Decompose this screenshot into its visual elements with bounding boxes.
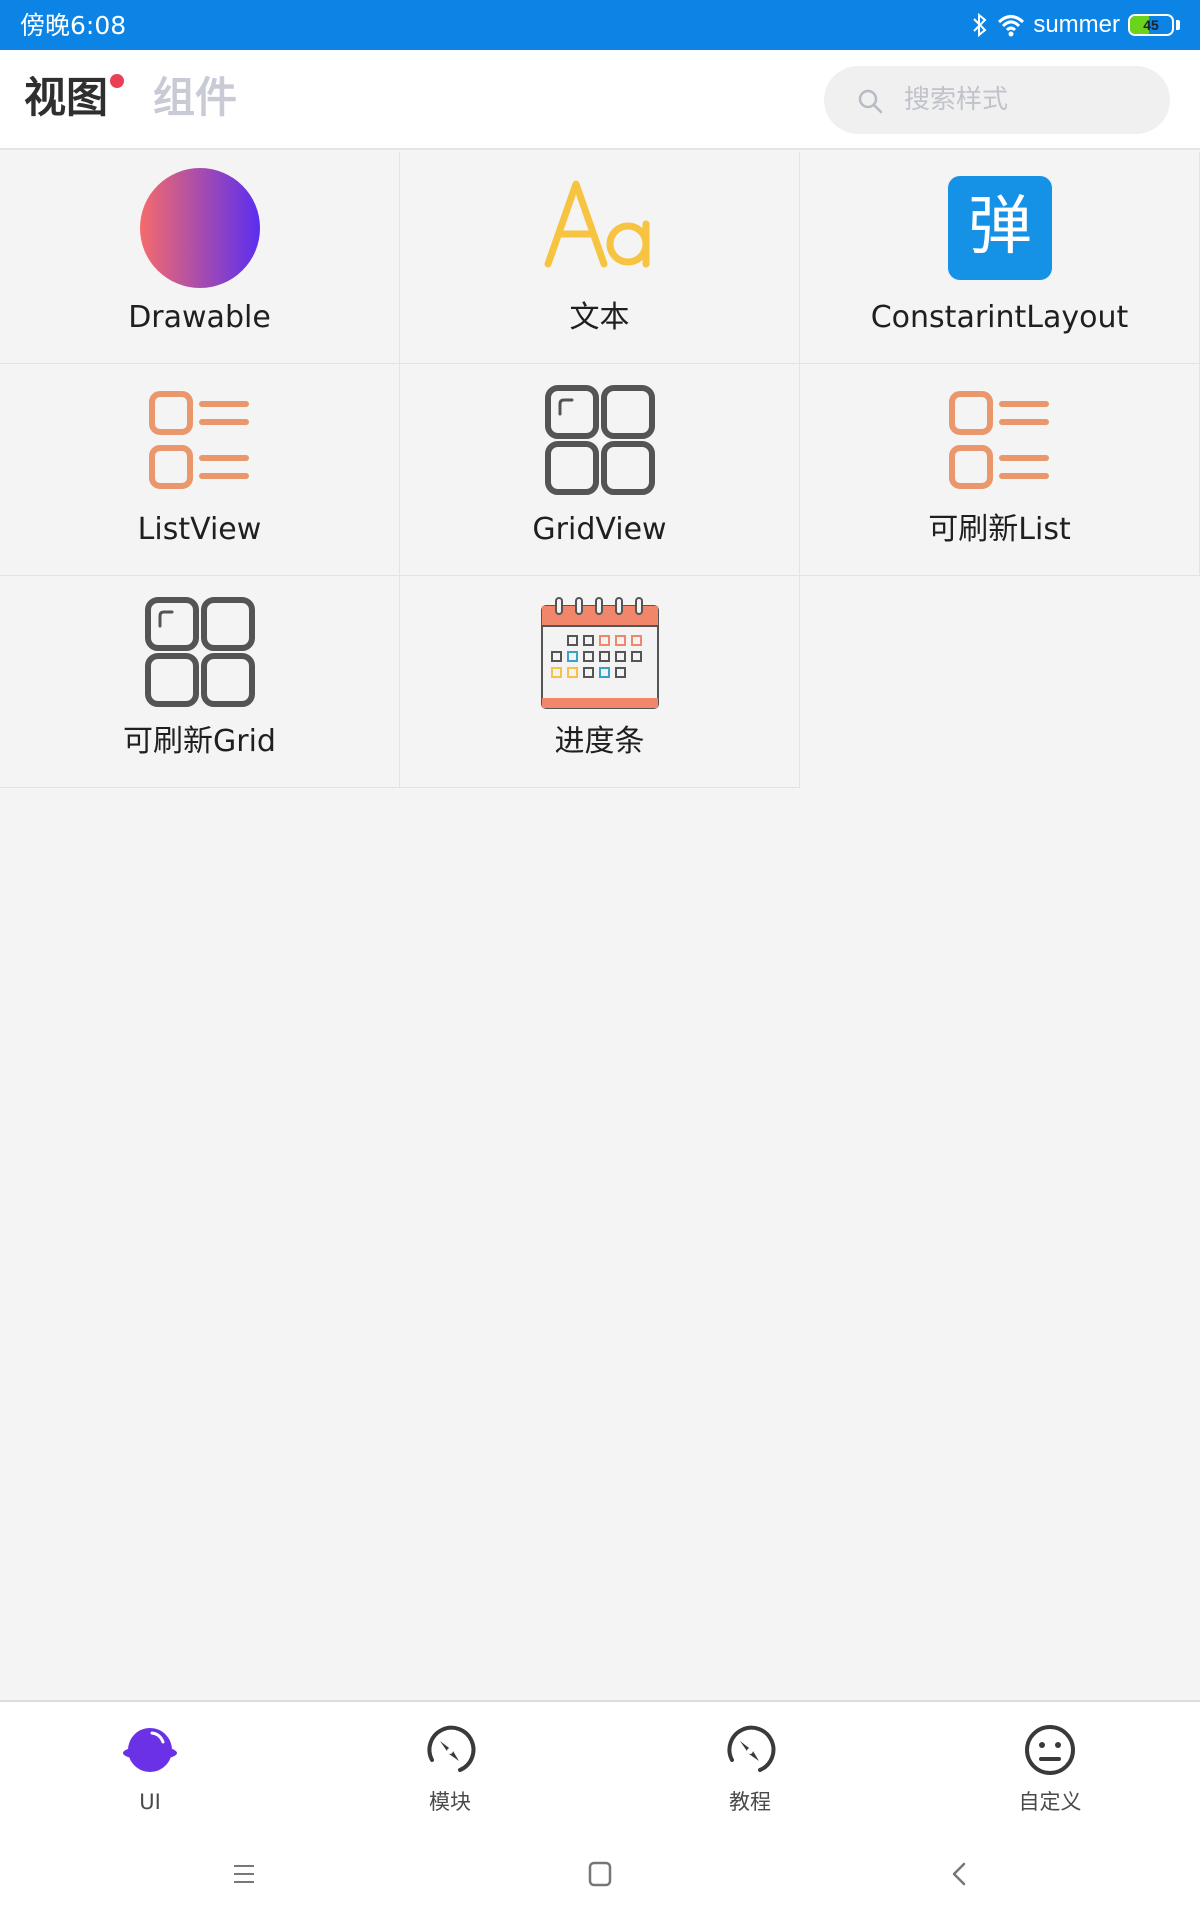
- grid-item-constraint-layout[interactable]: 弹 ConstarintLayout: [800, 152, 1200, 364]
- grid-item-label: 可刷新List: [928, 512, 1071, 547]
- font-aa-icon: [540, 168, 660, 288]
- search-icon: [856, 87, 884, 115]
- bottom-nav-modules[interactable]: 模块: [300, 1702, 600, 1824]
- calendar-icon: [540, 592, 660, 712]
- dialog-char-icon: 弹: [940, 168, 1060, 288]
- grid-item-progress[interactable]: 进度条: [400, 576, 800, 788]
- bottom-nav-custom[interactable]: 自定义: [900, 1702, 1200, 1824]
- search-box[interactable]: 搜索样式: [824, 66, 1170, 134]
- compass-icon: [422, 1722, 478, 1778]
- tab-view[interactable]: 视图: [24, 73, 108, 123]
- battery-tip: [1176, 20, 1180, 30]
- status-bar: 傍晚6:08 summer 45: [0, 0, 1200, 50]
- planet-icon: [122, 1722, 178, 1778]
- list-icon: [940, 380, 1060, 500]
- bottom-nav-label: 模块: [429, 1790, 471, 1814]
- grid-item-gridview[interactable]: GridView: [400, 364, 800, 576]
- bottom-nav-tutorial[interactable]: 教程: [600, 1702, 900, 1824]
- grid-item-refresh-list[interactable]: 可刷新List: [800, 364, 1200, 576]
- battery-icon: 45: [1128, 14, 1174, 36]
- status-indicators: summer 45: [971, 10, 1180, 40]
- bluetooth-icon: [971, 12, 989, 38]
- grid-icon: [540, 380, 660, 500]
- grid-item-label: 进度条: [554, 724, 645, 759]
- dialog-char-text: 弹: [968, 190, 1032, 264]
- bottom-nav-label: 自定义: [1018, 1790, 1082, 1814]
- home-icon[interactable]: [584, 1858, 616, 1890]
- grid-item-label: Drawable: [128, 300, 271, 335]
- bottom-nav-ui[interactable]: UI: [0, 1702, 300, 1824]
- bottom-nav: UI 模块 教程 自定义: [0, 1700, 1200, 1824]
- grid-icon: [140, 592, 260, 712]
- grid-item-drawable[interactable]: Drawable: [0, 152, 400, 364]
- top-header: 视图 组件 搜索样式: [0, 50, 1200, 150]
- grid-item-label: 文本: [569, 300, 630, 335]
- tab-badge-dot: [110, 74, 124, 88]
- grid-item-label: ListView: [137, 512, 262, 547]
- back-icon[interactable]: [944, 1858, 976, 1890]
- gradient-circle-icon: [140, 168, 260, 288]
- list-icon: [140, 380, 260, 500]
- grid-item-label: ConstarintLayout: [870, 300, 1129, 335]
- grid-item-label: GridView: [532, 512, 667, 547]
- grid-item-refresh-grid[interactable]: 可刷新Grid: [0, 576, 400, 788]
- battery-label: 45: [1143, 17, 1159, 33]
- system-nav: [0, 1824, 1200, 1920]
- component-grid: Drawable 文本 弹 ConstarintLayout ListView …: [0, 152, 1200, 788]
- face-icon: [1022, 1722, 1078, 1778]
- grid-item-label: 可刷新Grid: [123, 724, 276, 759]
- bottom-nav-label: 教程: [729, 1790, 771, 1814]
- menu-icon[interactable]: [228, 1858, 260, 1890]
- grid-item-listview[interactable]: ListView: [0, 364, 400, 576]
- bottom-nav-label: UI: [139, 1790, 161, 1814]
- tab-component[interactable]: 组件: [153, 73, 237, 123]
- grid-item-text[interactable]: 文本: [400, 152, 800, 364]
- network-name: summer: [1033, 11, 1120, 38]
- compass-icon: [722, 1722, 778, 1778]
- wifi-icon: [997, 13, 1025, 37]
- search-placeholder: 搜索样式: [904, 85, 1009, 115]
- status-time: 傍晚6:08: [20, 11, 127, 40]
